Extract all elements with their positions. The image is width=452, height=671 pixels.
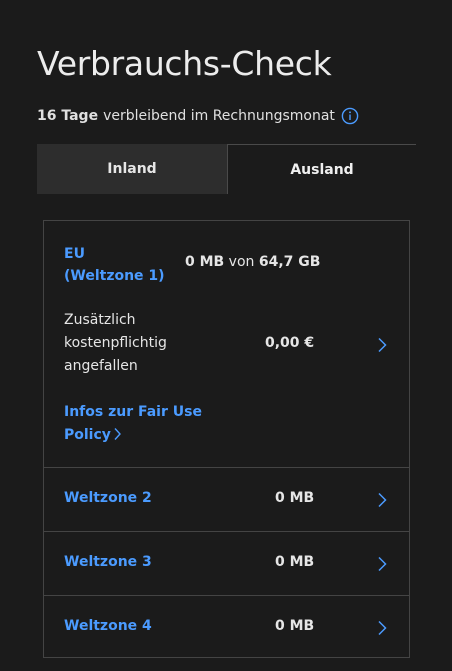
- zone-row-weltzone-4[interactable]: Weltzone 4 0 MB: [44, 595, 409, 659]
- zone-usage: 0 MB: [275, 554, 315, 570]
- zone-row-weltzone-2[interactable]: Weltzone 2 0 MB: [44, 467, 409, 531]
- tab-ausland-label: Ausland: [290, 161, 354, 178]
- days-remaining: 16 Tage: [37, 108, 99, 124]
- eu-zone-label-line1: EU: [64, 246, 85, 262]
- info-icon[interactable]: [341, 107, 359, 125]
- billing-days-info: 16 Tage verbleibend im Rechnungsmonat: [37, 107, 359, 125]
- extra-charges-label: Zusätzlich kostenpflichtig angefallen: [64, 309, 194, 378]
- zone-label: Weltzone 2: [64, 490, 152, 506]
- extra-charges-value: 0,00 €: [265, 335, 315, 351]
- tab-ausland[interactable]: Ausland: [227, 144, 416, 194]
- chevron-right-icon: [376, 492, 388, 508]
- eu-zone-label-line2: (Weltzone 1): [64, 268, 165, 284]
- eu-total: 64,7 GB: [258, 254, 321, 270]
- tab-inland[interactable]: Inland: [37, 144, 227, 194]
- zone-label: Weltzone 4: [64, 618, 152, 634]
- chevron-right-icon: [376, 556, 388, 572]
- zone-usage: 0 MB: [275, 490, 315, 506]
- zone-usage: 0 MB: [275, 618, 315, 634]
- eu-usage: 0 MB von 64,7 GB: [185, 254, 320, 270]
- page: Verbrauchs-Check 16 Tage verbleibend im …: [0, 0, 452, 671]
- extra-charges-line3: angefallen: [64, 358, 138, 374]
- extra-charges-line1: Zusätzlich: [64, 312, 136, 328]
- eu-used: 0 MB: [185, 254, 225, 270]
- fair-use-line1: Infos zur Fair Use: [64, 404, 202, 420]
- chevron-right-icon[interactable]: [376, 337, 388, 353]
- eu-section: EU (Weltzone 1) 0 MB von 64,7 GB Zusätzl…: [44, 221, 409, 467]
- days-remaining-suffix: verbleibend im Rechnungsmonat: [103, 108, 335, 124]
- usage-card: EU (Weltzone 1) 0 MB von 64,7 GB Zusätzl…: [43, 220, 410, 658]
- zone-row-weltzone-3[interactable]: Weltzone 3 0 MB: [44, 531, 409, 595]
- eu-of-word: von: [228, 254, 255, 270]
- zone-label: Weltzone 3: [64, 554, 152, 570]
- tab-inland-label: Inland: [107, 161, 157, 177]
- chevron-right-icon: [376, 620, 388, 636]
- fair-use-policy-link[interactable]: Infos zur Fair Use Policy: [64, 401, 214, 449]
- chevron-right-icon: [113, 426, 122, 449]
- extra-charges-line2: kostenpflichtig: [64, 335, 167, 351]
- page-title: Verbrauchs-Check: [37, 44, 332, 83]
- eu-zone-label[interactable]: EU (Weltzone 1): [64, 243, 165, 287]
- region-tabs: Inland Ausland: [37, 144, 416, 194]
- fair-use-line2: Policy: [64, 427, 111, 443]
